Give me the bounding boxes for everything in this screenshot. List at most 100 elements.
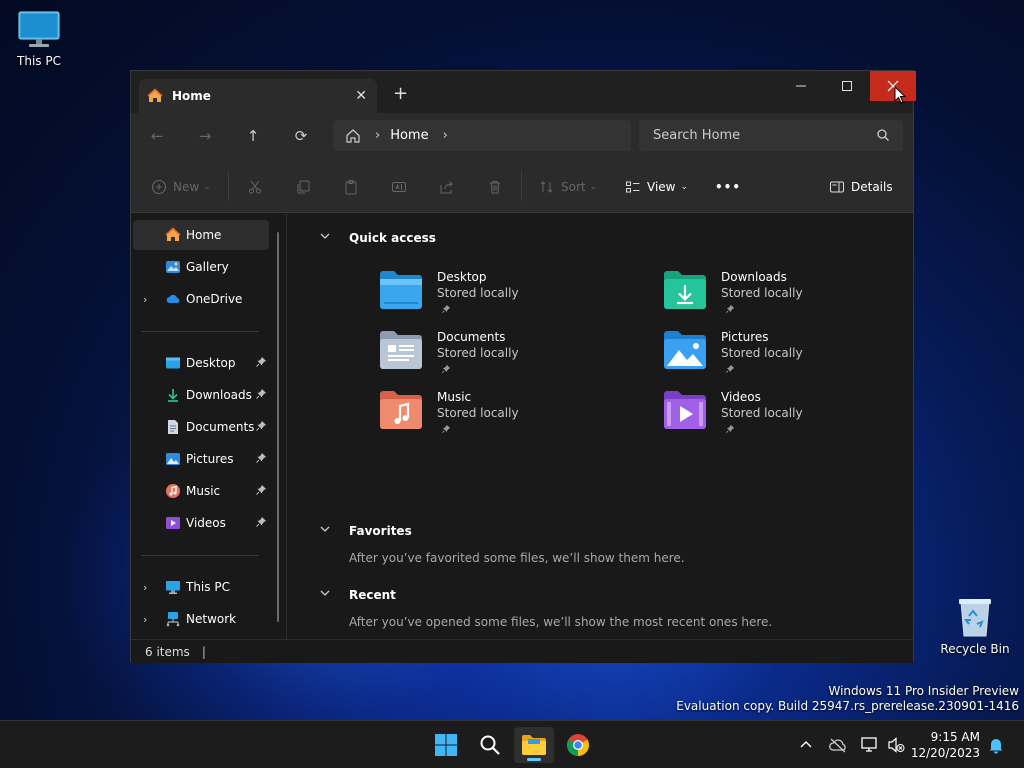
show-hidden-icons-button[interactable] <box>796 735 816 755</box>
chevron-right-icon[interactable]: › <box>143 581 147 594</box>
sidebar-item-music[interactable]: Music <box>133 476 269 506</box>
home-content-pane: Quick access Desktop Stored locally Down… <box>289 214 913 639</box>
sidebar-scrollbar[interactable] <box>277 232 279 622</box>
quick-access-downloads[interactable]: Downloads Stored locally <box>663 270 903 322</box>
cut-button[interactable] <box>247 176 263 198</box>
desktop-icon-recycle-bin[interactable]: Recycle Bin <box>937 596 1013 656</box>
pin-icon[interactable] <box>255 420 267 432</box>
tab-home[interactable]: Home ✕ <box>139 79 377 113</box>
sidebar-item-home[interactable]: Home <box>133 220 269 250</box>
new-tab-button[interactable]: + <box>393 83 408 104</box>
recent-header[interactable]: Recent <box>319 587 396 602</box>
pin-icon[interactable] <box>255 452 267 464</box>
quick-access-location: Stored locally <box>721 286 803 300</box>
sidebar-item-videos[interactable]: Videos <box>133 508 269 538</box>
search-input[interactable]: Search Home <box>639 120 903 151</box>
quick-access-desktop[interactable]: Desktop Stored locally <box>379 270 619 322</box>
home-icon <box>165 227 181 241</box>
forward-button[interactable]: → <box>192 123 218 149</box>
sidebar-item-gallery[interactable]: Gallery <box>133 252 269 282</box>
address-bar[interactable]: › Home › <box>333 120 631 151</box>
sidebar-item-documents[interactable]: Documents <box>133 412 269 442</box>
onedrive-cloud-icon <box>166 294 180 303</box>
maximize-button[interactable] <box>824 71 870 101</box>
quick-access-pictures[interactable]: Pictures Stored locally <box>663 330 903 382</box>
watermark-line-1: Windows 11 Pro Insider Preview <box>828 684 1019 698</box>
monitor-icon <box>166 581 180 594</box>
sidebar-item-onedrive[interactable]: › OneDrive <box>133 284 269 314</box>
chevron-right-icon[interactable]: › <box>443 128 448 143</box>
delete-button[interactable] <box>487 176 503 198</box>
details-label: Details <box>851 180 893 194</box>
desktop-folder-icon <box>380 271 422 309</box>
start-button[interactable] <box>426 727 466 763</box>
view-list-icon <box>626 181 640 193</box>
status-separator: | <box>201 644 206 659</box>
up-button[interactable]: ↑ <box>240 123 266 149</box>
sidebar-item-label: Network <box>186 612 237 626</box>
refresh-button[interactable]: ⟳ <box>288 123 314 149</box>
sidebar-item-network[interactable]: › Network <box>133 604 269 634</box>
quick-access-header[interactable]: Quick access <box>319 230 436 245</box>
add-circle-icon <box>151 179 167 195</box>
minimize-button[interactable] <box>778 71 824 101</box>
quick-access-name: Pictures <box>721 330 769 344</box>
notifications-button[interactable] <box>986 735 1006 755</box>
sidebar-item-this-pc[interactable]: › This PC <box>133 572 269 602</box>
view-button[interactable]: View ⌄ <box>625 176 688 198</box>
windows-logo-icon <box>435 734 457 756</box>
chevron-down-icon: ⌄ <box>589 182 598 192</box>
scissors-icon <box>249 180 261 194</box>
details-button[interactable]: Details <box>829 176 893 198</box>
pin-icon <box>441 364 451 374</box>
volume-tray-icon[interactable] <box>886 735 906 755</box>
pin-icon[interactable] <box>255 388 267 400</box>
onedrive-tray-icon[interactable] <box>828 735 848 755</box>
sidebar-item-label: Gallery <box>186 260 229 274</box>
sidebar-item-label: Documents <box>186 420 255 434</box>
quick-access-documents[interactable]: Documents Stored locally <box>379 330 619 382</box>
new-label: New <box>173 180 200 194</box>
share-button[interactable] <box>439 176 455 198</box>
new-button[interactable]: New ⌄ <box>151 176 211 198</box>
copy-button[interactable] <box>295 176 311 198</box>
paste-button[interactable] <box>343 176 359 198</box>
sort-button[interactable]: Sort ⌄ <box>539 176 597 198</box>
search-taskbar-button[interactable] <box>470 727 510 763</box>
chrome-taskbar-button[interactable] <box>558 727 598 763</box>
more-options-button[interactable]: ••• <box>715 176 741 198</box>
trash-icon <box>490 181 500 194</box>
chevron-right-icon: › <box>375 128 381 143</box>
rename-button[interactable] <box>391 176 407 198</box>
chevron-right-icon[interactable]: › <box>143 293 147 306</box>
file-explorer-taskbar-button[interactable] <box>514 727 554 763</box>
sidebar-item-label: Home <box>186 228 222 242</box>
quick-access-name: Videos <box>721 390 761 404</box>
close-tab-button[interactable]: ✕ <box>355 88 367 104</box>
toolbar-separator <box>521 171 522 201</box>
pin-icon[interactable] <box>255 516 267 528</box>
quick-access-videos[interactable]: Videos Stored locally <box>663 390 903 442</box>
chrome-icon <box>567 734 589 756</box>
back-button[interactable]: ← <box>144 123 170 149</box>
active-indicator <box>527 758 541 761</box>
sidebar-item-desktop[interactable]: Desktop <box>133 348 269 378</box>
desktop-icon-this-pc[interactable]: This PC <box>1 10 77 68</box>
pin-icon[interactable] <box>255 356 267 368</box>
breadcrumb-home[interactable]: Home <box>390 128 428 143</box>
favorites-header[interactable]: Favorites <box>319 523 412 538</box>
pin-icon[interactable] <box>255 484 267 496</box>
chevron-down-icon: ⌄ <box>203 182 211 192</box>
sidebar-item-downloads[interactable]: Downloads <box>133 380 269 410</box>
chevron-right-icon[interactable]: › <box>143 613 147 626</box>
close-window-button[interactable] <box>870 71 916 101</box>
sidebar-item-pictures[interactable]: Pictures <box>133 444 269 474</box>
desktop-icon-label: Recycle Bin <box>940 642 1010 656</box>
network-tray-icon[interactable] <box>860 735 880 755</box>
quick-access-music[interactable]: Music Stored locally <box>379 390 619 442</box>
sidebar-divider <box>141 331 259 332</box>
bell-icon <box>989 739 1003 754</box>
video-icon <box>166 517 180 529</box>
sort-icon <box>540 181 553 193</box>
system-clock[interactable]: 9:15 AM 12/20/2023 <box>908 729 980 761</box>
